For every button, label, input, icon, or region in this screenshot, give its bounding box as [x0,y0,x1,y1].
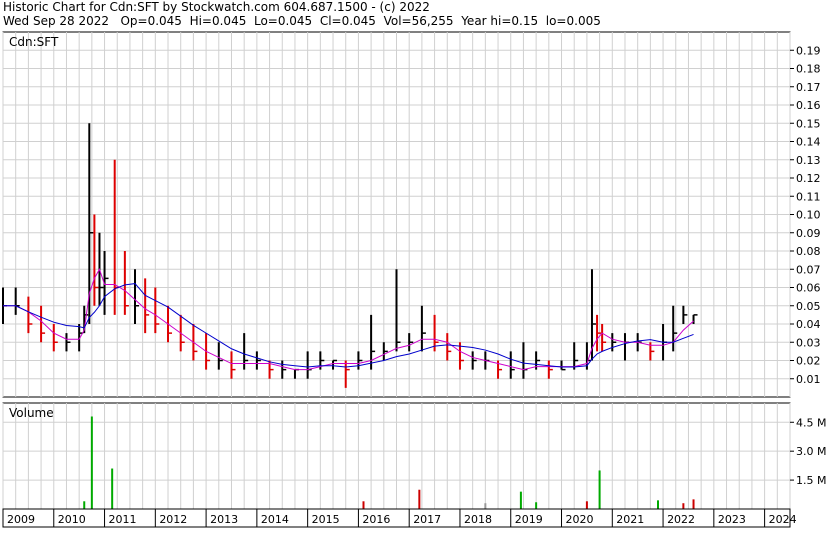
y-tick-label: 0.18 [796,63,821,76]
x-tick-label: 2020 [566,513,594,526]
y-tick-label: 0.14 [796,136,821,149]
y-tick-label: 0.03 [796,336,821,349]
price-panel-title: Cdn:SFT [9,35,59,49]
volume-panel-title: Volume [9,406,54,420]
y-tick-label: 0.11 [796,190,821,203]
price-panel: 0.19 0.18 0.17 0.16 0.15 0.14 0.13 0.12 0.11 0.10… [2,31,821,398]
x-axis: 2009 2010 2011 2012 2013 2014 2015 2016 2017 2018… [2,508,797,528]
x-tick-label: 2011 [109,513,137,526]
y-tick-label: 0.02 [796,355,821,368]
y-tick-label: 0.12 [796,172,821,185]
x-tick-label: 2009 [7,513,35,526]
y-tick-label: 0.04 [796,318,821,331]
y-tick-label: 0.09 [796,227,821,240]
volume-panel: 4.5 M 3.0 M 1.5 M Volume [2,402,826,510]
y-tick-label: 0.05 [796,300,821,313]
y-tick-label: 0.17 [796,81,821,94]
y-tick-label: 0.16 [796,99,821,112]
x-tick-label: 2017 [413,513,441,526]
x-tick-label: 2016 [362,513,390,526]
x-tick-label: 2014 [261,513,289,526]
stock-chart: 0.19 0.18 0.17 0.16 0.15 0.14 0.13 0.12 0.11 0.10… [2,31,826,528]
x-tick-label: 2023 [718,513,746,526]
y-tick-label: 0.19 [796,44,821,57]
x-tick-label: 2019 [515,513,543,526]
x-tick-label: 2021 [616,513,644,526]
y-tick-label: 0.07 [796,263,821,276]
x-tick-label: 2015 [312,513,340,526]
volume-tick-label: 1.5 M [796,474,826,487]
x-tick-label: 2012 [159,513,187,526]
volume-tick-label: 3.0 M [796,445,826,458]
y-tick-label: 0.01 [796,373,821,386]
y-tick-label: 0.13 [796,154,821,167]
y-tick-label: 0.10 [796,209,821,222]
x-tick-label: 2013 [210,513,238,526]
x-tick-label: 2024 [769,513,797,526]
y-tick-label: 0.15 [796,117,821,130]
x-tick-label: 2010 [58,513,86,526]
x-tick-label: 2022 [667,513,695,526]
y-tick-label: 0.08 [796,245,821,258]
x-tick-label: 2018 [464,513,492,526]
y-tick-label: 0.06 [796,282,821,295]
volume-tick-label: 4.5 M [796,416,826,429]
